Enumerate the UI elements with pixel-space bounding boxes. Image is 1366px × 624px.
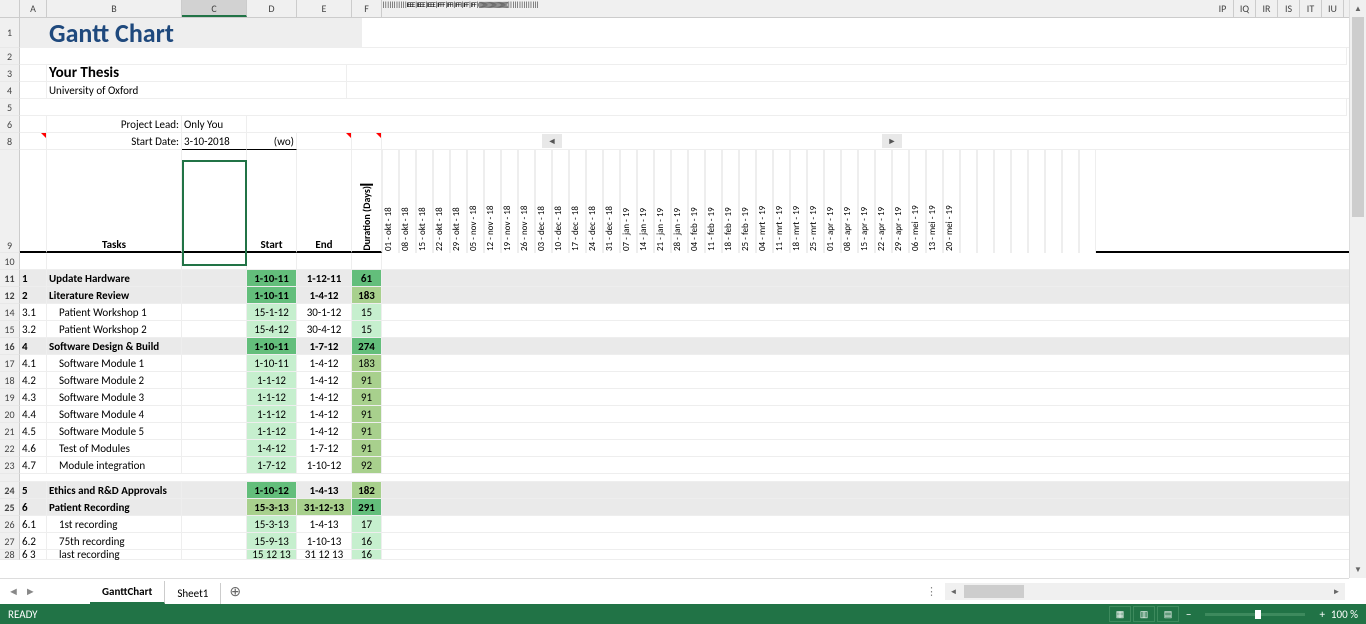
column-headers[interactable]: A B C D E F |||||||||||IEEE|IEEE|IEEE|IF… xyxy=(0,0,1366,18)
row-3[interactable]: 3 Your Thesis xyxy=(0,65,1366,82)
zoom-slider[interactable] xyxy=(1205,613,1305,616)
view-break-icon[interactable]: ▤ xyxy=(1157,606,1179,622)
task-row-4.3[interactable]: 194.3Software Module 31-1-121-4-1291 xyxy=(0,389,1366,406)
row-2[interactable]: 2 xyxy=(0,48,1366,65)
col-header-IR[interactable]: IR xyxy=(1256,0,1278,17)
col-header-D[interactable]: D xyxy=(247,0,297,17)
row-4[interactable]: 4 University of Oxford xyxy=(0,82,1366,99)
vertical-scrollbar[interactable]: ▲ ▼ xyxy=(1349,0,1366,578)
row-8[interactable]: 8 Start Date: 3-10-2018 (wo) ◄ ► xyxy=(0,133,1366,150)
hscroll-thumb[interactable] xyxy=(964,585,1024,598)
task-row-4[interactable]: 164Software Design & Build1-10-111-7-122… xyxy=(0,338,1366,355)
task-row-4.5[interactable]: 214.5Software Module 51-1-121-4-1291 xyxy=(0,423,1366,440)
task-row-4.4[interactable]: 204.4Software Module 41-1-121-4-1291 xyxy=(0,406,1366,423)
header-duration: Duration (Days) xyxy=(360,184,373,251)
col-header-F[interactable]: F xyxy=(352,0,382,17)
tab-sheet1[interactable]: Sheet1 xyxy=(165,583,221,604)
task-row-4.6[interactable]: 224.6Test of Modules1-4-121-7-1291 xyxy=(0,440,1366,457)
gantt-date-headers: 01 - okt - 1808 - okt - 1815 - okt - 182… xyxy=(382,150,1096,253)
col-header-IS[interactable]: IS xyxy=(1278,0,1300,17)
col-header-IU[interactable]: IU xyxy=(1322,0,1344,17)
tab-nav[interactable]: ◄ ► xyxy=(0,585,90,598)
task-row-6.1[interactable]: 266.11st recording15-3-131-4-1317 xyxy=(0,516,1366,533)
project-lead-value: Only You xyxy=(182,116,247,133)
task-row-4.2[interactable]: 184.2Software Module 21-1-121-4-1291 xyxy=(0,372,1366,389)
col-header-E[interactable]: E xyxy=(297,0,352,17)
status-bar: READY ▦ ▥ ▤ − + 100 % xyxy=(0,604,1366,624)
task-row-2[interactable]: 122Literature Review1-10-111-4-12183 xyxy=(0,287,1366,304)
task-row-4.1[interactable]: 174.1Software Module 11-10-111-4-12183 xyxy=(0,355,1366,372)
col-header-A[interactable]: A xyxy=(20,0,47,17)
worksheet-grid[interactable]: 1 Gantt Chart 2 3 Your Thesis 4 Universi… xyxy=(0,18,1366,560)
header-tasks: Tasks xyxy=(47,150,182,253)
task-row-1[interactable]: 111Update Hardware1-10-111-12-1161 xyxy=(0,270,1366,287)
add-sheet-icon[interactable]: ⊕ xyxy=(229,583,241,600)
tab-next-icon[interactable]: ► xyxy=(25,585,36,598)
subtitle: Your Thesis xyxy=(47,65,347,82)
zoom-in-icon[interactable]: + xyxy=(1319,608,1324,621)
scroll-up-icon[interactable]: ▲ xyxy=(1350,0,1366,17)
row-5[interactable]: 5 xyxy=(0,99,1366,116)
task-row-5[interactable]: 245Ethics and R&D Approvals1-10-121-4-13… xyxy=(0,482,1366,499)
project-lead-label: Project Lead: xyxy=(47,116,182,133)
compressed-columns: |||||||||||IEEE|IEEE|IEEE|IFFF|IFFI|IFFI… xyxy=(382,0,1212,17)
row-6[interactable]: 6 Project Lead: Only You xyxy=(0,116,1366,133)
horizontal-scrollbar[interactable]: ◄ ► xyxy=(945,583,1345,600)
start-date-label: Start Date: xyxy=(47,133,182,150)
row-10[interactable]: 10 xyxy=(0,253,1366,270)
hscroll-right-icon[interactable]: ► xyxy=(1328,587,1345,597)
title-cell: Gantt Chart xyxy=(47,18,362,48)
header-start: Start xyxy=(247,150,297,253)
col-header-IQ[interactable]: IQ xyxy=(1234,0,1256,17)
view-normal-icon[interactable]: ▦ xyxy=(1109,606,1131,622)
scroll-right-icon[interactable]: ► xyxy=(882,134,902,148)
zoom-out-icon[interactable]: − xyxy=(1186,608,1191,621)
task-row-6 3[interactable]: 286 3last recording15 12 1331 12 1316 xyxy=(0,550,1366,560)
start-date-wo: (wo) xyxy=(247,133,297,150)
vscroll-thumb[interactable] xyxy=(1352,17,1364,217)
task-row-6.2[interactable]: 276.275th recording15-9-131-10-1316 xyxy=(0,533,1366,550)
tab-ganttchart[interactable]: GanttChart xyxy=(90,581,165,604)
task-row-3.1[interactable]: 143.1Patient Workshop 115-1-1230-1-1215 xyxy=(0,304,1366,321)
col-header-C[interactable]: C xyxy=(182,0,247,17)
scroll-down-icon[interactable]: ▼ xyxy=(1350,561,1366,578)
row-9-headers[interactable]: 9 Tasks Start End Duration (Days) 01 - o… xyxy=(0,150,1366,253)
col-header-IP[interactable]: IP xyxy=(1212,0,1234,17)
col-header-IT[interactable]: IT xyxy=(1300,0,1322,17)
zoom-value: 100 % xyxy=(1331,608,1358,621)
start-date-value: 3-10-2018 xyxy=(182,133,247,150)
tab-first-icon[interactable]: ◄ xyxy=(8,585,19,598)
hscroll-left-icon[interactable]: ◄ xyxy=(945,587,962,597)
task-row-4.7[interactable]: 234.7Module integration1-7-121-10-1292 xyxy=(0,457,1366,474)
select-all-corner[interactable] xyxy=(0,0,20,17)
status-ready: READY xyxy=(8,608,38,621)
col-header-B[interactable]: B xyxy=(47,0,182,17)
task-row-6[interactable]: 256Patient Recording15-3-1331-12-13291 xyxy=(0,499,1366,516)
scroll-left-icon[interactable]: ◄ xyxy=(542,134,562,148)
header-end: End xyxy=(297,150,352,253)
org: University of Oxford xyxy=(47,82,347,99)
view-layout-icon[interactable]: ▥ xyxy=(1133,606,1155,622)
sheet-tab-bar[interactable]: ◄ ► GanttChart Sheet1 ⊕ ⋮ ◄ ► xyxy=(0,578,1349,604)
task-row-3.2[interactable]: 153.2Patient Workshop 215-4-1230-4-1215 xyxy=(0,321,1366,338)
row-1[interactable]: 1 Gantt Chart xyxy=(0,18,1366,48)
